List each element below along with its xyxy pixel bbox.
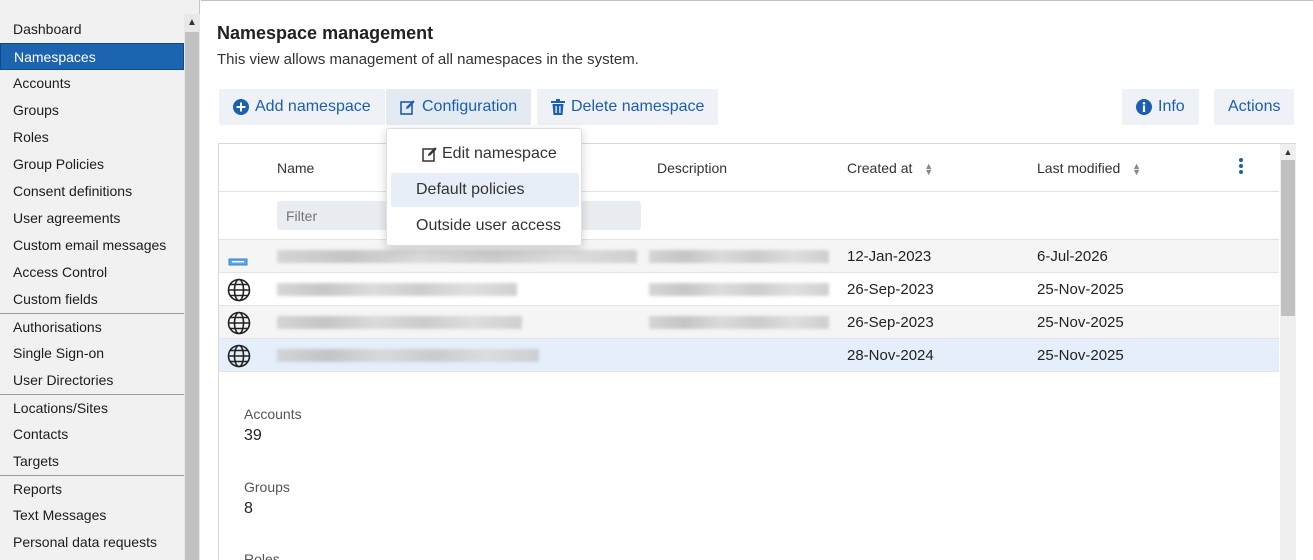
description-filter-input[interactable]: [581, 201, 641, 230]
modified-cell: 25-Nov-2025: [1037, 347, 1124, 364]
redacted-name: [277, 283, 517, 296]
configuration-label: Configuration: [422, 98, 518, 115]
sidebar-item-access-control[interactable]: Access Control: [0, 259, 184, 286]
groups-label: Groups: [244, 479, 290, 495]
add-namespace-button[interactable]: Add namespace: [219, 89, 385, 125]
modified-cell: 6-Jul-2026: [1037, 248, 1108, 265]
sidebar: Dashboard Namespaces Accounts Groups Rol…: [0, 0, 200, 560]
main-content: Namespace management This view allows ma…: [201, 0, 1313, 560]
scroll-up-arrow-icon[interactable]: ▲: [184, 14, 200, 32]
sidebar-scroll-thumb[interactable]: [185, 32, 199, 560]
add-namespace-label: Add namespace: [255, 98, 371, 115]
created-cell: 26-Sep-2023: [847, 314, 934, 331]
sidebar-item-custom-email-messages[interactable]: Custom email messages: [0, 232, 184, 259]
menu-item-default-policies[interactable]: Default policies: [391, 173, 579, 207]
plus-circle-icon: [233, 99, 249, 115]
edit-icon: [422, 146, 438, 162]
sidebar-item-authorisations[interactable]: Authorisations: [0, 313, 184, 340]
sidebar-item-locations-sites[interactable]: Locations/Sites: [0, 394, 184, 421]
sidebar-item-roles[interactable]: Roles: [0, 124, 184, 151]
redacted-name: [277, 349, 539, 362]
page-description: This view allows management of all names…: [217, 51, 639, 68]
outside-user-access-label: Outside user access: [416, 217, 561, 234]
table-scrollbar[interactable]: ▲: [1280, 144, 1296, 560]
redacted-description: [649, 283, 829, 296]
sidebar-item-targets[interactable]: Targets: [0, 448, 184, 475]
sidebar-item-personal-data-requests[interactable]: Personal data requests: [0, 529, 184, 556]
redacted-name: [277, 250, 637, 263]
column-header-name[interactable]: Name: [277, 160, 314, 176]
menu-item-edit-namespace[interactable]: Edit namespace: [391, 137, 579, 171]
table-scroll-thumb[interactable]: [1281, 160, 1295, 316]
accounts-label: Accounts: [244, 406, 302, 422]
redacted-name: [277, 316, 522, 329]
trash-icon: [551, 99, 565, 115]
table-row[interactable]: 26-Sep-2023 25-Nov-2025: [219, 306, 1279, 339]
filter-row: [219, 192, 1279, 240]
sidebar-item-custom-fields[interactable]: Custom fields: [0, 286, 184, 313]
info-button[interactable]: Info: [1122, 89, 1199, 125]
accounts-value: 39: [244, 427, 262, 444]
globe-icon: [227, 311, 251, 335]
sidebar-item-groups[interactable]: Groups: [0, 97, 184, 124]
menu-item-outside-user-access[interactable]: Outside user access: [391, 209, 579, 243]
page-title: Namespace management: [217, 23, 434, 43]
name-filter-input[interactable]: [277, 201, 389, 230]
sidebar-scrollbar[interactable]: ▲: [184, 14, 200, 560]
column-header-modified[interactable]: Last modified ▲ ▼: [1037, 160, 1141, 177]
modified-cell: 25-Nov-2025: [1037, 314, 1124, 331]
created-header-label: Created at: [847, 160, 913, 176]
sidebar-nav: Dashboard Namespaces Accounts Groups Rol…: [0, 16, 184, 556]
groups-value: 8: [244, 500, 253, 517]
column-header-created[interactable]: Created at ▲ ▼: [847, 160, 933, 177]
table-header: Name Description Created at ▲ ▼ Last modi…: [219, 144, 1279, 192]
sidebar-item-namespaces[interactable]: Namespaces: [0, 43, 184, 70]
table-row[interactable]: 26-Sep-2023 25-Nov-2025: [219, 273, 1279, 306]
sidebar-item-user-directories[interactable]: User Directories: [0, 367, 184, 394]
info-label: Info: [1158, 98, 1185, 115]
edit-icon: [400, 99, 416, 115]
namespace-table: Name Description Created at ▲ ▼ Last modi…: [218, 143, 1296, 560]
sort-icon[interactable]: ▲ ▼: [924, 162, 933, 177]
configuration-button[interactable]: Configuration: [386, 89, 532, 125]
edit-namespace-label: Edit namespace: [442, 145, 557, 162]
globe-icon: [227, 278, 251, 302]
sidebar-item-accounts[interactable]: Accounts: [0, 70, 184, 97]
sidebar-item-user-agreements[interactable]: User agreements: [0, 205, 184, 232]
table-row[interactable]: 12-Jan-2023 6-Jul-2026: [219, 240, 1279, 273]
app-window: Dashboard Namespaces Accounts Groups Rol…: [0, 0, 1313, 560]
created-cell: 28-Nov-2024: [847, 347, 934, 364]
table-row-selected[interactable]: 28-Nov-2024 25-Nov-2025: [219, 339, 1279, 372]
redacted-description: [649, 316, 829, 329]
actions-button[interactable]: Actions: [1214, 89, 1295, 125]
scroll-up-arrow-icon[interactable]: ▲: [1280, 144, 1296, 160]
modified-header-label: Last modified: [1037, 160, 1121, 176]
sidebar-item-dashboard[interactable]: Dashboard: [0, 16, 184, 43]
created-cell: 12-Jan-2023: [847, 248, 932, 265]
globe-icon: [227, 344, 251, 368]
flag-icon: [227, 245, 251, 269]
redacted-description: [649, 250, 829, 263]
actions-label: Actions: [1228, 98, 1281, 115]
roles-label: Roles: [244, 551, 280, 560]
created-cell: 26-Sep-2023: [847, 281, 934, 298]
column-options-kebab-icon[interactable]: [1238, 158, 1244, 178]
delete-namespace-label: Delete namespace: [571, 98, 705, 115]
sort-icon[interactable]: ▲ ▼: [1132, 162, 1141, 177]
delete-namespace-button[interactable]: Delete namespace: [537, 89, 719, 125]
modified-cell: 25-Nov-2025: [1037, 281, 1124, 298]
info-circle-icon: [1136, 99, 1152, 115]
column-header-description[interactable]: Description: [657, 160, 727, 176]
configuration-dropdown-menu: Edit namespace Default policies Outside …: [386, 128, 582, 246]
sidebar-item-single-sign-on[interactable]: Single Sign-on: [0, 340, 184, 367]
sidebar-item-reports[interactable]: Reports: [0, 475, 184, 502]
sidebar-item-text-messages[interactable]: Text Messages: [0, 502, 184, 529]
sidebar-item-group-policies[interactable]: Group Policies: [0, 151, 184, 178]
default-policies-label: Default policies: [416, 181, 525, 198]
sidebar-item-contacts[interactable]: Contacts: [0, 421, 184, 448]
sidebar-item-consent-definitions[interactable]: Consent definitions: [0, 178, 184, 205]
